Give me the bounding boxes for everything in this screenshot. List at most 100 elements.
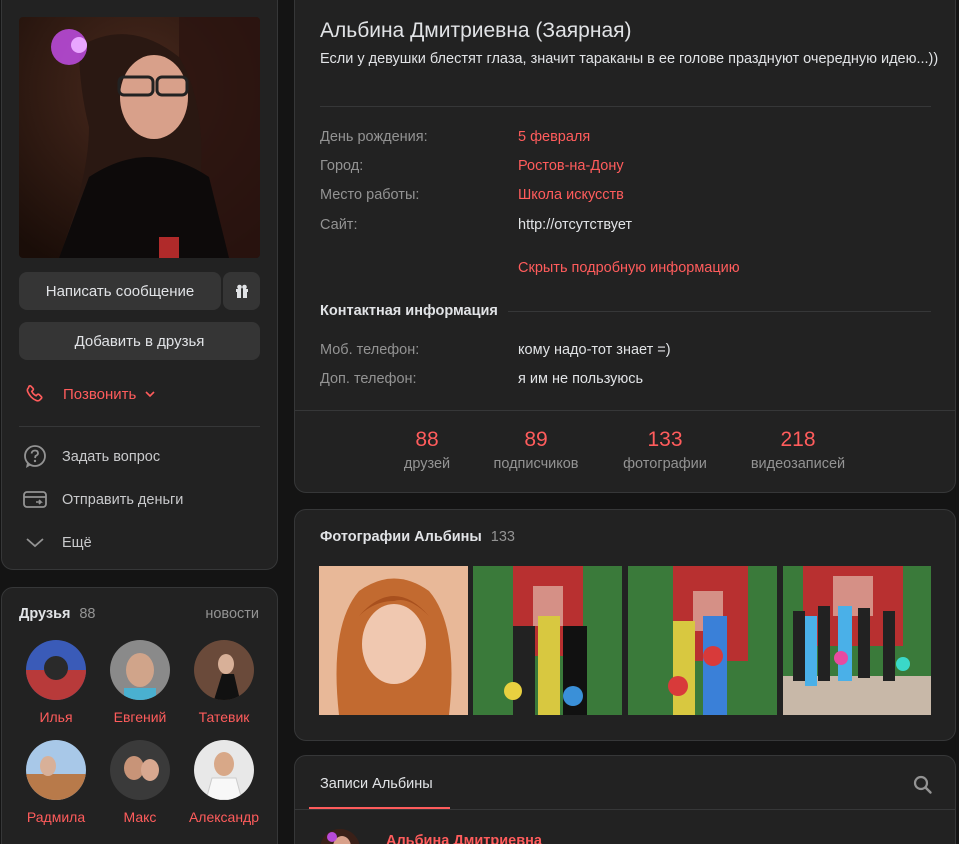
photos-title: Фотографии Альбины <box>320 529 482 545</box>
counter-friends[interactable]: 88 друзей <box>392 428 462 472</box>
post-author-avatar[interactable] <box>320 829 360 844</box>
profile-divider <box>19 426 260 427</box>
photos-header[interactable]: Фотографии Альбины 133 <box>320 529 515 545</box>
photo-thumbnail[interactable] <box>628 566 777 715</box>
photos-card: Фотографии Альбины 133 <box>294 509 956 741</box>
friend-avatar <box>110 740 170 800</box>
more-button[interactable]: Ещё <box>22 530 92 556</box>
call-label: Позвонить <box>63 385 137 403</box>
info-row-city: Город: Ростов-на-Дону <box>320 158 624 174</box>
counter-label: видеозаписей <box>750 456 846 472</box>
info-row-site: Сайт: http://отсутствует <box>320 217 632 233</box>
more-label: Ещё <box>62 535 92 551</box>
friends-count: 88 <box>79 606 96 622</box>
chevron-down-icon <box>145 391 155 398</box>
friend-item[interactable]: Макс <box>100 740 180 825</box>
friend-name: Александр <box>188 809 260 825</box>
profile-status[interactable]: Если у девушки блестят глаза, значит тар… <box>320 50 940 69</box>
friends-news-link[interactable]: новости <box>205 606 259 622</box>
write-message-button[interactable]: Написать сообщение <box>19 272 221 310</box>
chevron-down-icon <box>26 538 44 548</box>
friend-name: Татевик <box>198 709 250 725</box>
counter-videos[interactable]: 218 видеозаписей <box>742 428 854 472</box>
gift-icon <box>235 284 248 298</box>
info-row-birthday: День рождения: 5 февраля <box>320 129 590 145</box>
add-friend-label: Добавить в друзья <box>74 332 205 350</box>
counter-label: подписчиков <box>493 456 579 472</box>
friend-avatar <box>194 640 254 700</box>
info-label: День рождения: <box>320 129 428 145</box>
friend-avatar <box>110 640 170 700</box>
profile-info-card: Альбина Дмитриевна (Заярная) Если у деву… <box>294 0 956 493</box>
money-card-icon <box>23 491 47 508</box>
profile-photo-image <box>19 17 260 258</box>
counter-number: 133 <box>647 428 683 451</box>
contacts-divider <box>507 310 931 312</box>
friends-title-group[interactable]: Друзья 88 <box>19 605 95 622</box>
info-row-extra-phone: Доп. телефон: я им не пользуюсь <box>320 371 643 387</box>
counter-number: 89 <box>524 428 548 451</box>
counters-divider <box>295 410 955 411</box>
profile-avatar[interactable] <box>19 17 260 258</box>
posts-card: Записи Альбины Альбина Дмитриевна <box>294 755 956 844</box>
friend-avatar <box>194 740 254 800</box>
city-link[interactable]: Ростов-на-Дону <box>518 158 624 174</box>
info-label: Место работы: <box>320 187 420 203</box>
send-gift-button[interactable] <box>223 272 260 310</box>
posts-divider <box>295 809 955 810</box>
birthday-link[interactable]: 5 февраля <box>518 129 590 145</box>
friend-item[interactable]: Татевик <box>184 640 264 725</box>
photo-thumbnail[interactable] <box>319 566 468 715</box>
photo-thumbnail[interactable] <box>473 566 622 715</box>
friend-item[interactable]: Александр <box>184 740 264 825</box>
friend-item[interactable]: Илья <box>16 640 96 725</box>
friend-item[interactable]: Радмила <box>16 740 96 825</box>
photos-count: 133 <box>490 529 515 545</box>
write-message-label: Написать сообщение <box>45 282 195 300</box>
friends-title: Друзья <box>19 606 71 622</box>
counter-number: 88 <box>415 428 439 451</box>
info-label: Сайт: <box>320 217 358 233</box>
work-link[interactable]: Школа искусств <box>518 187 624 203</box>
friends-header: Друзья 88 новости <box>19 605 259 623</box>
info-label: Доп. телефон: <box>320 371 417 387</box>
friends-card: Друзья 88 новости Илья Евгений Татевик Р… <box>1 587 278 844</box>
question-icon <box>24 445 46 468</box>
send-money-label: Отправить деньги <box>62 492 184 508</box>
send-money-button[interactable]: Отправить деньги <box>22 487 183 513</box>
ask-question-button[interactable]: Задать вопрос <box>22 444 160 470</box>
tab-posts-label: Записи Альбины <box>320 776 433 792</box>
hide-details-link[interactable]: Скрыть подробную информацию <box>518 260 740 276</box>
info-row-work: Место работы: Школа искусств <box>320 187 624 203</box>
counter-label: фотографии <box>623 456 707 472</box>
profile-name: Альбина Дмитриевна (Заярная) <box>320 19 632 42</box>
friend-name: Илья <box>39 709 73 725</box>
counter-number: 218 <box>780 428 816 451</box>
contacts-title: Контактная информация <box>320 303 498 319</box>
info-row-mobile: Моб. телефон: кому надо-тот знает =) <box>320 342 671 358</box>
site-value: http://отсутствует <box>518 217 633 233</box>
add-friend-button[interactable]: Добавить в друзья <box>19 322 260 360</box>
ask-question-label: Задать вопрос <box>62 449 161 465</box>
call-button[interactable]: Позвонить <box>23 383 156 405</box>
friend-avatar <box>26 740 86 800</box>
profile-card: Написать сообщение Добавить в друзья Поз… <box>1 0 278 570</box>
post-author-name[interactable]: Альбина Дмитриевна <box>386 833 542 844</box>
info-label: Моб. телефон: <box>320 342 420 358</box>
extra-phone-value: я им не пользуюсь <box>518 371 644 387</box>
search-icon[interactable] <box>913 775 933 795</box>
counter-label: друзей <box>403 456 451 472</box>
friend-item[interactable]: Евгений <box>100 640 180 725</box>
counter-followers[interactable]: 89 подписчиков <box>483 428 589 472</box>
friend-name: Радмила <box>26 809 86 825</box>
info-label: Город: <box>320 158 364 174</box>
phone-icon <box>26 384 43 402</box>
mobile-value: кому надо-тот знает =) <box>518 342 671 358</box>
info-divider <box>320 106 931 107</box>
friend-avatar <box>26 640 86 700</box>
contacts-heading: Контактная информация <box>320 303 931 319</box>
photo-thumbnail[interactable] <box>783 566 931 715</box>
tab-posts[interactable]: Записи Альбины <box>295 756 450 810</box>
counter-photos[interactable]: 133 фотографии <box>614 428 716 472</box>
friend-name: Евгений <box>113 709 167 725</box>
